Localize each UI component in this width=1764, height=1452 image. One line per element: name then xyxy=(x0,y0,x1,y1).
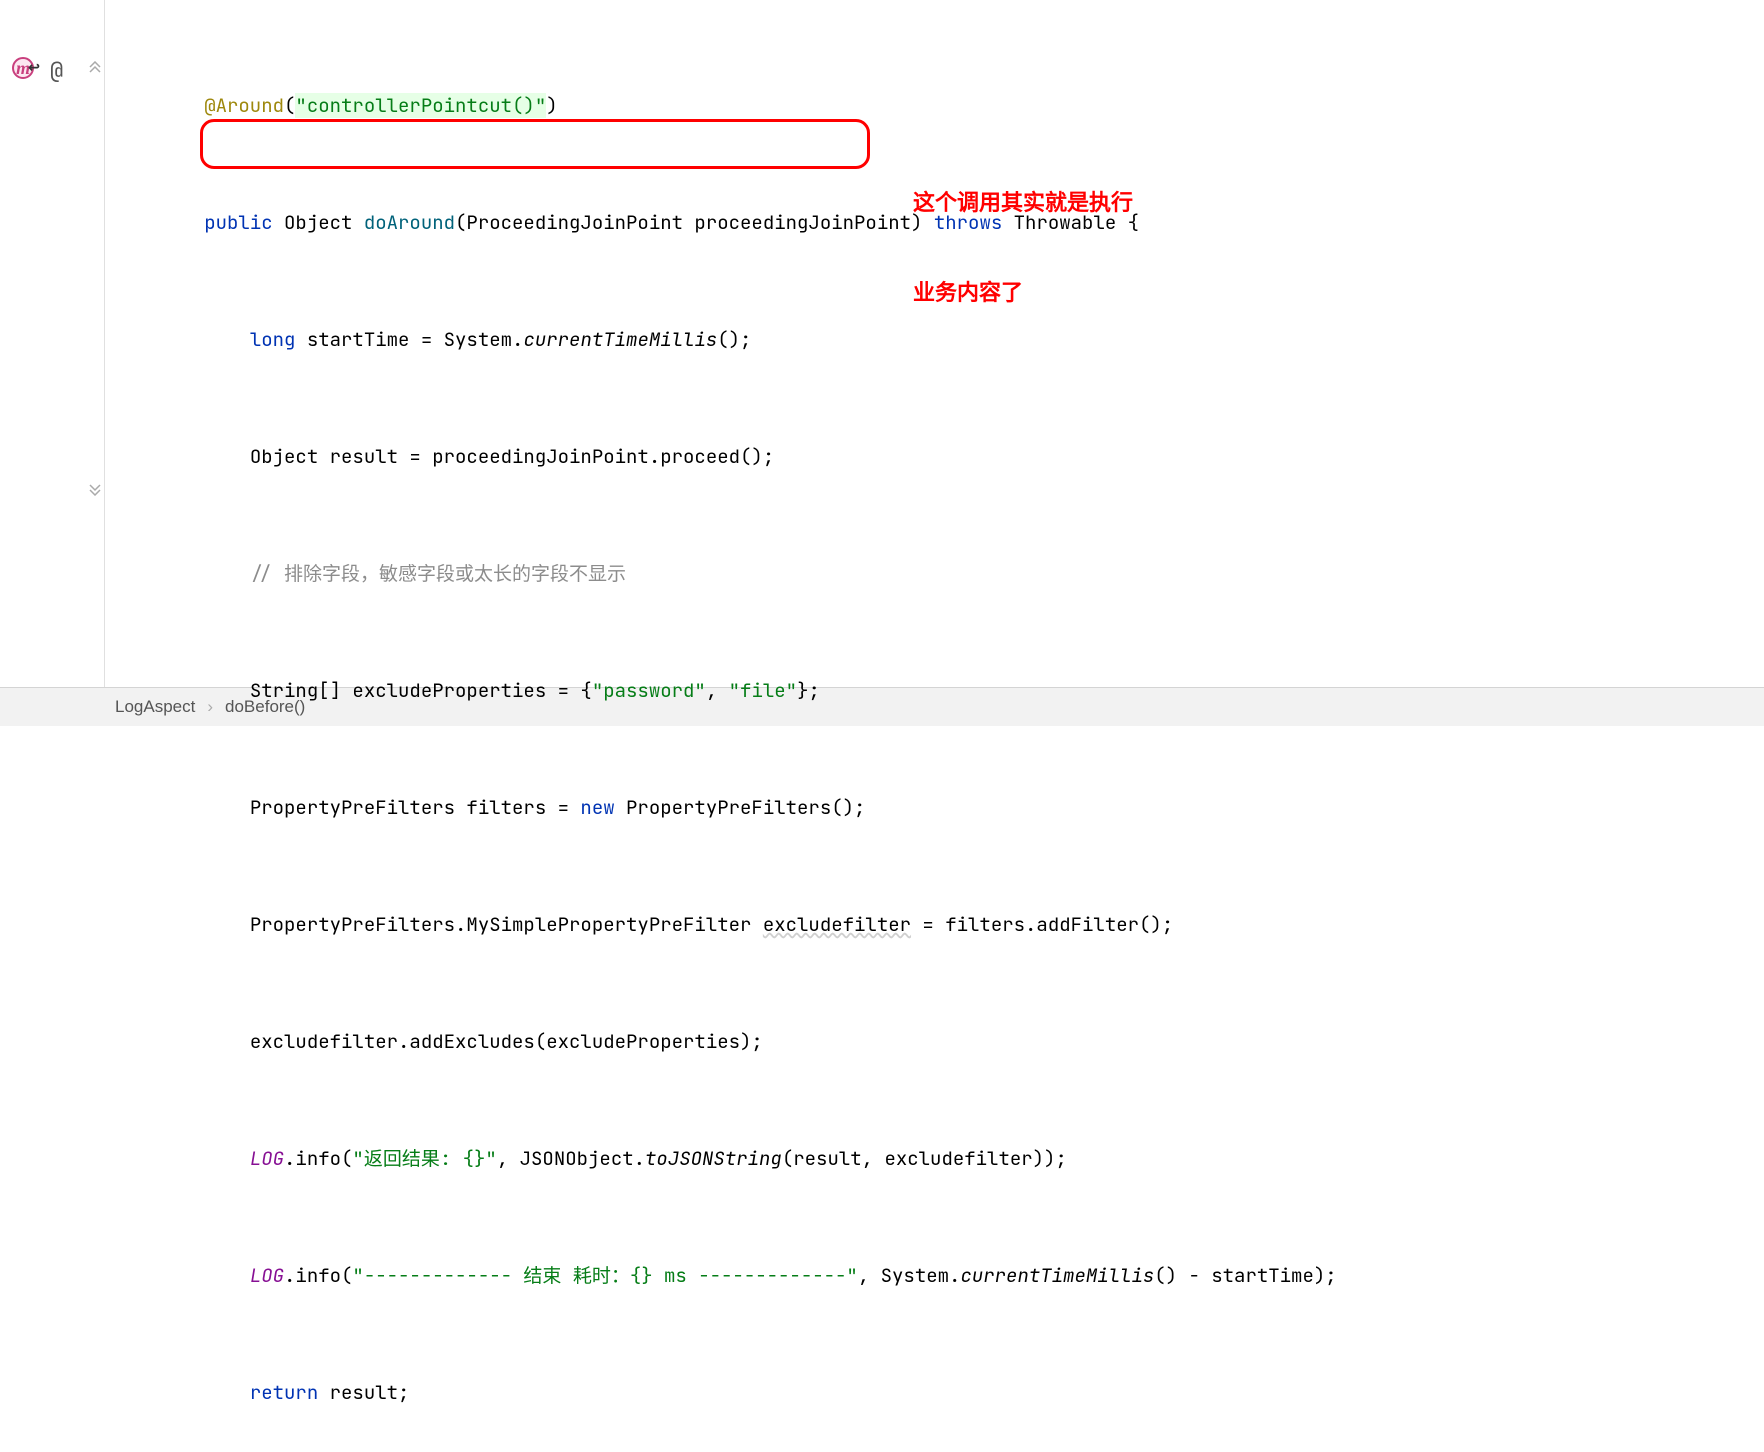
code-line: String[] excludeProperties = {"password"… xyxy=(105,671,1764,710)
annotation-callout-text: 这个调用其实就是执行 业务内容了 xyxy=(913,128,1133,368)
code-line: PropertyPreFilters.MySimplePropertyPreFi… xyxy=(105,905,1764,944)
implements-method-icon[interactable]: m↩ xyxy=(8,56,44,80)
gutter: m↩ @ xyxy=(0,0,105,687)
code-area[interactable]: @Around("controllerPointcut()") public O… xyxy=(105,0,1764,687)
fold-marker-icon[interactable] xyxy=(88,60,102,74)
code-line: Object result = proceedingJoinPoint.proc… xyxy=(105,437,1764,476)
code-line: LOG.info("------------- 结束 耗时：{} ms ----… xyxy=(105,1256,1764,1295)
code-line: excludefilter.addExcludes(excludePropert… xyxy=(105,1022,1764,1061)
fold-end-marker-icon[interactable] xyxy=(88,483,102,497)
code-line: // 排除字段，敏感字段或太长的字段不显示 xyxy=(105,554,1764,593)
code-line: PropertyPreFilters filters = new Propert… xyxy=(105,788,1764,827)
highlight-callout-box xyxy=(200,119,870,169)
code-line: @Around("controllerPointcut()") xyxy=(105,86,1764,125)
editor-wrapper: m↩ @ @Around("controllerPointcut()") pub… xyxy=(0,0,1764,687)
code-line: return result; xyxy=(105,1373,1764,1412)
code-line: LOG.info("返回结果: {}", JSONObject.toJSONSt… xyxy=(105,1139,1764,1178)
annotation-gutter-icon[interactable]: @ xyxy=(50,56,63,85)
